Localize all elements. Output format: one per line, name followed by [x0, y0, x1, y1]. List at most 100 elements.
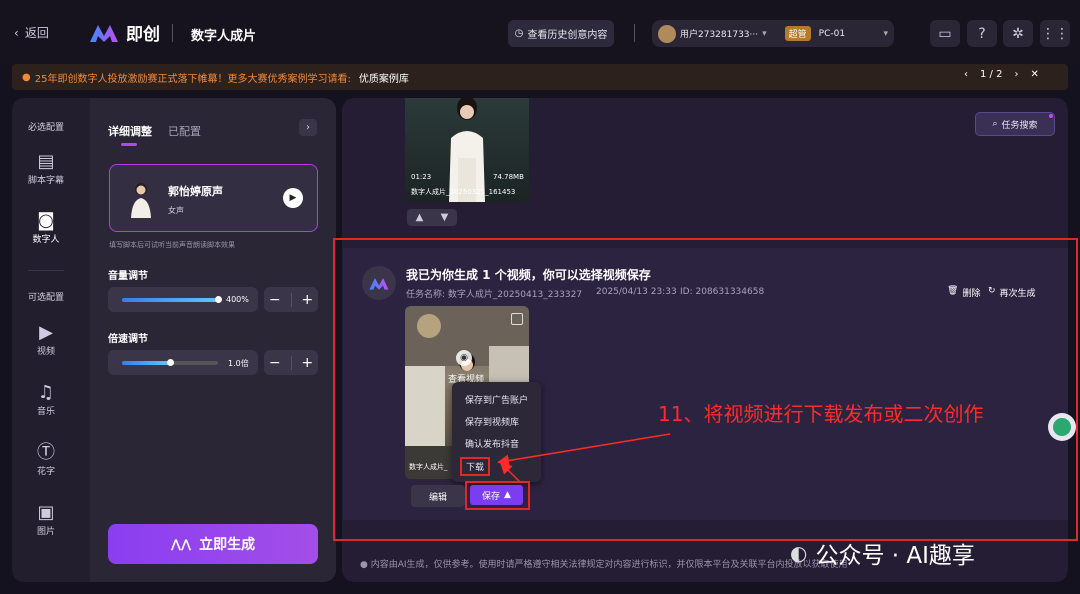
divider [28, 270, 64, 271]
optional-heading: 可选配置 [28, 293, 65, 303]
back-button[interactable]: ‹ 返回 [14, 24, 49, 41]
speed-label: 倍速调节 [108, 334, 148, 345]
voice-name: 郭怡婷原声 [168, 185, 223, 198]
speed-value: 1.0倍 [228, 359, 249, 368]
brand-logo-icon: ⋀⋀ [170, 537, 192, 551]
help-icon[interactable]: ? [967, 20, 997, 47]
brand-logo[interactable]: 即创 [88, 20, 160, 45]
brand-logo-icon [369, 277, 389, 290]
tab-configured[interactable]: 已配置 [168, 123, 201, 139]
search-icon: ⌕ [992, 119, 998, 129]
video-icon: ▶ [39, 322, 53, 343]
voice-hint: 填写脚本后可试听当前声音朗读脚本效果 [109, 241, 235, 249]
sidebar-item-image[interactable]: ▣ 图片 [7, 502, 85, 537]
message-title: 我已为你生成 1 个视频，你可以选择视频保存 [406, 268, 651, 282]
plus-icon[interactable]: + [301, 292, 313, 308]
generate-button-label: 立即生成 [199, 537, 256, 553]
sidebar-item-text-effect[interactable]: Ⓣ 花字 [7, 442, 85, 477]
eye-icon[interactable]: ◉ [456, 350, 472, 366]
delete-label: 删除 [962, 289, 981, 299]
account-switcher[interactable]: 用户273281733··· ▾ 超管 PC-01 ▾ [652, 20, 894, 47]
close-icon[interactable]: ✕ [1030, 69, 1038, 80]
volume-knob[interactable] [215, 296, 222, 303]
wallet-icon[interactable]: ▭ [930, 20, 960, 47]
assistant-float-button[interactable] [1048, 413, 1076, 441]
avatar [658, 24, 676, 43]
volume-stepper: − + [264, 287, 318, 312]
minus-icon[interactable]: − [269, 292, 281, 308]
sidebar-item-label: 图片 [36, 527, 55, 537]
sidebar-item-label: 音乐 [36, 407, 55, 417]
info-icon: ● [360, 560, 368, 570]
back-label: 返回 [24, 26, 49, 40]
edit-button[interactable]: 编辑 [411, 485, 465, 507]
alert-icon: ● [22, 71, 31, 83]
sidebar-item-script[interactable]: ▤ 脚本字幕 [7, 151, 85, 186]
voice-type: 女声 [168, 206, 184, 215]
minus-icon[interactable]: − [269, 355, 281, 371]
speed-knob[interactable] [167, 359, 174, 366]
brand-logo-icon [90, 24, 118, 42]
sidebar-item-avatar[interactable]: ◙ 数字人 [7, 210, 85, 245]
divider [290, 292, 292, 307]
sidebar-item-music[interactable]: ♫ 音乐 [7, 382, 85, 417]
chevron-right-icon: › [306, 122, 310, 133]
voice-avatar [126, 178, 156, 218]
thumbs-down-icon[interactable]: ▼ [441, 212, 449, 223]
plus-icon[interactable]: + [301, 355, 313, 371]
sidebar-item-video[interactable]: ▶ 视频 [7, 322, 85, 357]
caret-down-icon: ▾ [883, 28, 888, 39]
user-name: 用户273281733··· [680, 30, 759, 40]
expand-button[interactable]: › [299, 119, 317, 136]
delete-button[interactable]: 🗑 删除 [947, 286, 980, 299]
select-checkbox[interactable] [511, 313, 523, 325]
play-button[interactable]: ▶ [283, 188, 303, 208]
music-icon: ♫ [37, 382, 55, 403]
case-library-link[interactable]: 优质案例库 [359, 70, 409, 85]
volume-fill [122, 298, 218, 302]
clock-icon: ◷ [514, 28, 524, 39]
notification-dot [1049, 114, 1053, 118]
prev-video-name: 数字人成片_20250325_161453 [411, 188, 516, 196]
text-effect-icon: Ⓣ [37, 442, 55, 463]
pager-text: 1 / 2 [980, 69, 1003, 80]
tutorial-annotation: 11、将视频进行下载发布或二次创作 [658, 402, 984, 426]
regenerate-button[interactable]: ↻ 再次生成 [988, 286, 1036, 299]
role-badge: 超管 [784, 26, 811, 41]
bot-avatar [362, 266, 396, 300]
apps-grid-icon[interactable]: ⋮⋮ [1040, 20, 1070, 47]
settings-icon[interactable]: ✲ [1003, 20, 1033, 47]
regenerate-label: 再次生成 [999, 289, 1036, 299]
volume-track[interactable] [122, 298, 218, 302]
watermark-text: 公众号 · AI趣享 [815, 543, 975, 569]
prev-video-duration: 01:23 [411, 173, 432, 181]
task-time: 2025/04/13 23:33 [596, 287, 677, 297]
chevron-left-icon[interactable]: ‹ [964, 69, 968, 80]
announcement-text: 25年即创数字人投放激励赛正式落下帷幕！更多大赛优秀案例学习请看: [34, 73, 351, 85]
prev-video-size: 74.78MB [493, 173, 524, 181]
menu-item-save-ad-account[interactable]: 保存到广告账户 [465, 393, 528, 406]
speed-stepper: − + [264, 350, 318, 375]
sidebar-item-label: 脚本字幕 [27, 176, 64, 186]
page-title: 数字人成片 [191, 29, 257, 44]
device-name: PC-01 [818, 28, 846, 39]
header-divider [172, 24, 173, 42]
arrow-to-save [499, 461, 521, 483]
generate-button[interactable]: ⋀⋀ 立即生成 [108, 524, 318, 564]
thumbs-up-icon[interactable]: ▲ [416, 212, 424, 223]
caret-down-icon: ▾ [762, 28, 767, 39]
task-name: 任务名称: 数字人成片_20250413_233327 [406, 290, 583, 300]
arrow-to-download [497, 433, 671, 467]
tab-detail[interactable]: 详细调整 [108, 123, 152, 139]
volume-label: 音量调节 [108, 271, 148, 282]
sidebar-item-label: 数字人 [32, 235, 60, 245]
history-button[interactable]: ◷ 查看历史创意内容 [508, 20, 614, 47]
task-search-button[interactable]: ⌕ 任务搜索 [975, 112, 1055, 136]
chevron-right-icon[interactable]: › [1014, 69, 1018, 80]
wechat-icon: ◐ [790, 541, 808, 565]
ai-disclaimer-text: 内容由AI生成，仅供参考。使用时请严格遵守相关法律规定对内容进行标识，并仅限本平… [370, 560, 848, 570]
video2-name: 数字人成片_ [409, 463, 448, 471]
watermark: ◐ 公众号 · AI趣享 [790, 536, 975, 570]
divider [290, 355, 292, 370]
active-tab-indicator [121, 143, 137, 146]
